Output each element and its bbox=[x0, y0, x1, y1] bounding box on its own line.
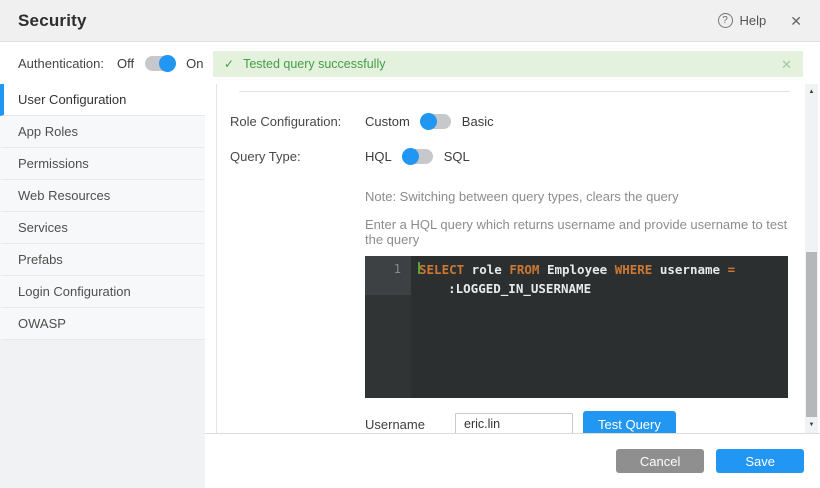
sidebar-item-owasp[interactable]: OWASP bbox=[0, 308, 205, 340]
query-code-area[interactable]: SELECT role FROM Employee WHERE username… bbox=[411, 256, 788, 398]
scrollbar-thumb[interactable] bbox=[806, 252, 817, 417]
scroll-down-arrow-icon[interactable]: ▼ bbox=[805, 419, 818, 431]
code-line: :LOGGED_IN_USERNAME bbox=[418, 279, 788, 298]
authentication-on-label: On bbox=[186, 56, 203, 71]
cancel-button[interactable]: Cancel bbox=[616, 449, 704, 473]
sidebar-item-label: User Configuration bbox=[18, 92, 126, 107]
role-configuration-toggle[interactable] bbox=[421, 114, 451, 129]
sidebar-nav: User Configuration App Roles Permissions… bbox=[0, 84, 205, 488]
username-test-row: Username Test Query bbox=[365, 411, 803, 433]
help-button[interactable]: ? Help bbox=[718, 13, 767, 28]
authentication-label: Authentication: bbox=[18, 56, 104, 71]
success-check-icon: ✓ bbox=[224, 57, 234, 71]
test-query-button[interactable]: Test Query bbox=[583, 411, 676, 433]
authentication-off-label: Off bbox=[117, 56, 134, 71]
toggle-knob bbox=[420, 113, 437, 130]
dialog-footer: Cancel Save bbox=[205, 433, 820, 488]
sidebar-item-prefabs[interactable]: Prefabs bbox=[0, 244, 205, 276]
sidebar-item-user-configuration[interactable]: User Configuration bbox=[0, 84, 205, 116]
help-label: Help bbox=[740, 13, 767, 28]
query-type-note: Note: Switching between query types, cle… bbox=[365, 189, 803, 204]
page-title: Security bbox=[18, 11, 87, 31]
role-configuration-toggle-group: Custom Basic bbox=[365, 114, 494, 129]
authentication-bar: Authentication: Off On ✓ Tested query su… bbox=[0, 42, 820, 84]
query-type-label: Query Type: bbox=[230, 149, 365, 164]
role-basic-label: Basic bbox=[462, 114, 494, 129]
sidebar-item-web-resources[interactable]: Web Resources bbox=[0, 180, 205, 212]
sidebar-item-services[interactable]: Services bbox=[0, 212, 205, 244]
sidebar-item-label: OWASP bbox=[18, 316, 66, 331]
editor-gutter: 1 bbox=[365, 256, 411, 398]
top-divider bbox=[239, 91, 790, 92]
role-configuration-label: Role Configuration: bbox=[230, 114, 365, 129]
sidebar-item-app-roles[interactable]: App Roles bbox=[0, 116, 205, 148]
content-scroll-area: Role Configuration: Custom Basic Query T… bbox=[216, 84, 803, 433]
query-type-toggle-group: HQL SQL bbox=[365, 149, 470, 164]
sidebar-item-label: Prefabs bbox=[18, 252, 63, 267]
query-instruction: Enter a HQL query which returns username… bbox=[365, 217, 803, 247]
sidebar-item-label: Web Resources bbox=[18, 188, 110, 203]
sidebar-item-label: Services bbox=[18, 220, 68, 235]
close-icon[interactable]: ✕ bbox=[790, 14, 802, 28]
success-banner-text: Tested query successfully bbox=[243, 57, 385, 71]
save-button[interactable]: Save bbox=[716, 449, 804, 473]
sidebar-item-label: App Roles bbox=[18, 124, 78, 139]
success-banner: ✓ Tested query successfully ✕ bbox=[213, 51, 803, 77]
query-type-toggle[interactable] bbox=[403, 149, 433, 164]
query-type-row: Query Type: HQL SQL bbox=[230, 144, 803, 168]
code-line: SELECT role FROM Employee WHERE username… bbox=[418, 260, 788, 279]
vertical-scrollbar[interactable]: ▲ ▼ bbox=[805, 84, 818, 433]
security-dialog: Security ? Help ✕ Authentication: Off On… bbox=[0, 0, 820, 488]
content-column: Role Configuration: Custom Basic Query T… bbox=[205, 84, 820, 488]
sidebar-item-label: Login Configuration bbox=[18, 284, 131, 299]
editor-line-number: 1 bbox=[365, 256, 411, 295]
sidebar-item-permissions[interactable]: Permissions bbox=[0, 148, 205, 180]
dialog-body: User Configuration App Roles Permissions… bbox=[0, 84, 820, 488]
titlebar-actions: ? Help ✕ bbox=[718, 13, 802, 28]
scroll-up-arrow-icon[interactable]: ▲ bbox=[805, 86, 818, 98]
dialog-header: Security ? Help ✕ bbox=[0, 0, 820, 42]
query-sql-label: SQL bbox=[444, 149, 470, 164]
authentication-toggle[interactable] bbox=[145, 56, 175, 71]
help-icon: ? bbox=[718, 13, 733, 28]
username-input[interactable] bbox=[455, 413, 573, 434]
query-hql-label: HQL bbox=[365, 149, 392, 164]
role-configuration-row: Role Configuration: Custom Basic bbox=[230, 109, 803, 133]
role-custom-label: Custom bbox=[365, 114, 410, 129]
toggle-knob bbox=[159, 55, 176, 72]
sidebar-item-login-configuration[interactable]: Login Configuration bbox=[0, 276, 205, 308]
toggle-knob bbox=[402, 148, 419, 165]
username-label: Username bbox=[365, 417, 455, 432]
query-editor: 1 SELECT role FROM Employee WHERE userna… bbox=[365, 256, 788, 398]
banner-close-icon[interactable]: ✕ bbox=[781, 58, 792, 71]
sidebar-item-label: Permissions bbox=[18, 156, 89, 171]
content-panel: Role Configuration: Custom Basic Query T… bbox=[205, 84, 820, 433]
